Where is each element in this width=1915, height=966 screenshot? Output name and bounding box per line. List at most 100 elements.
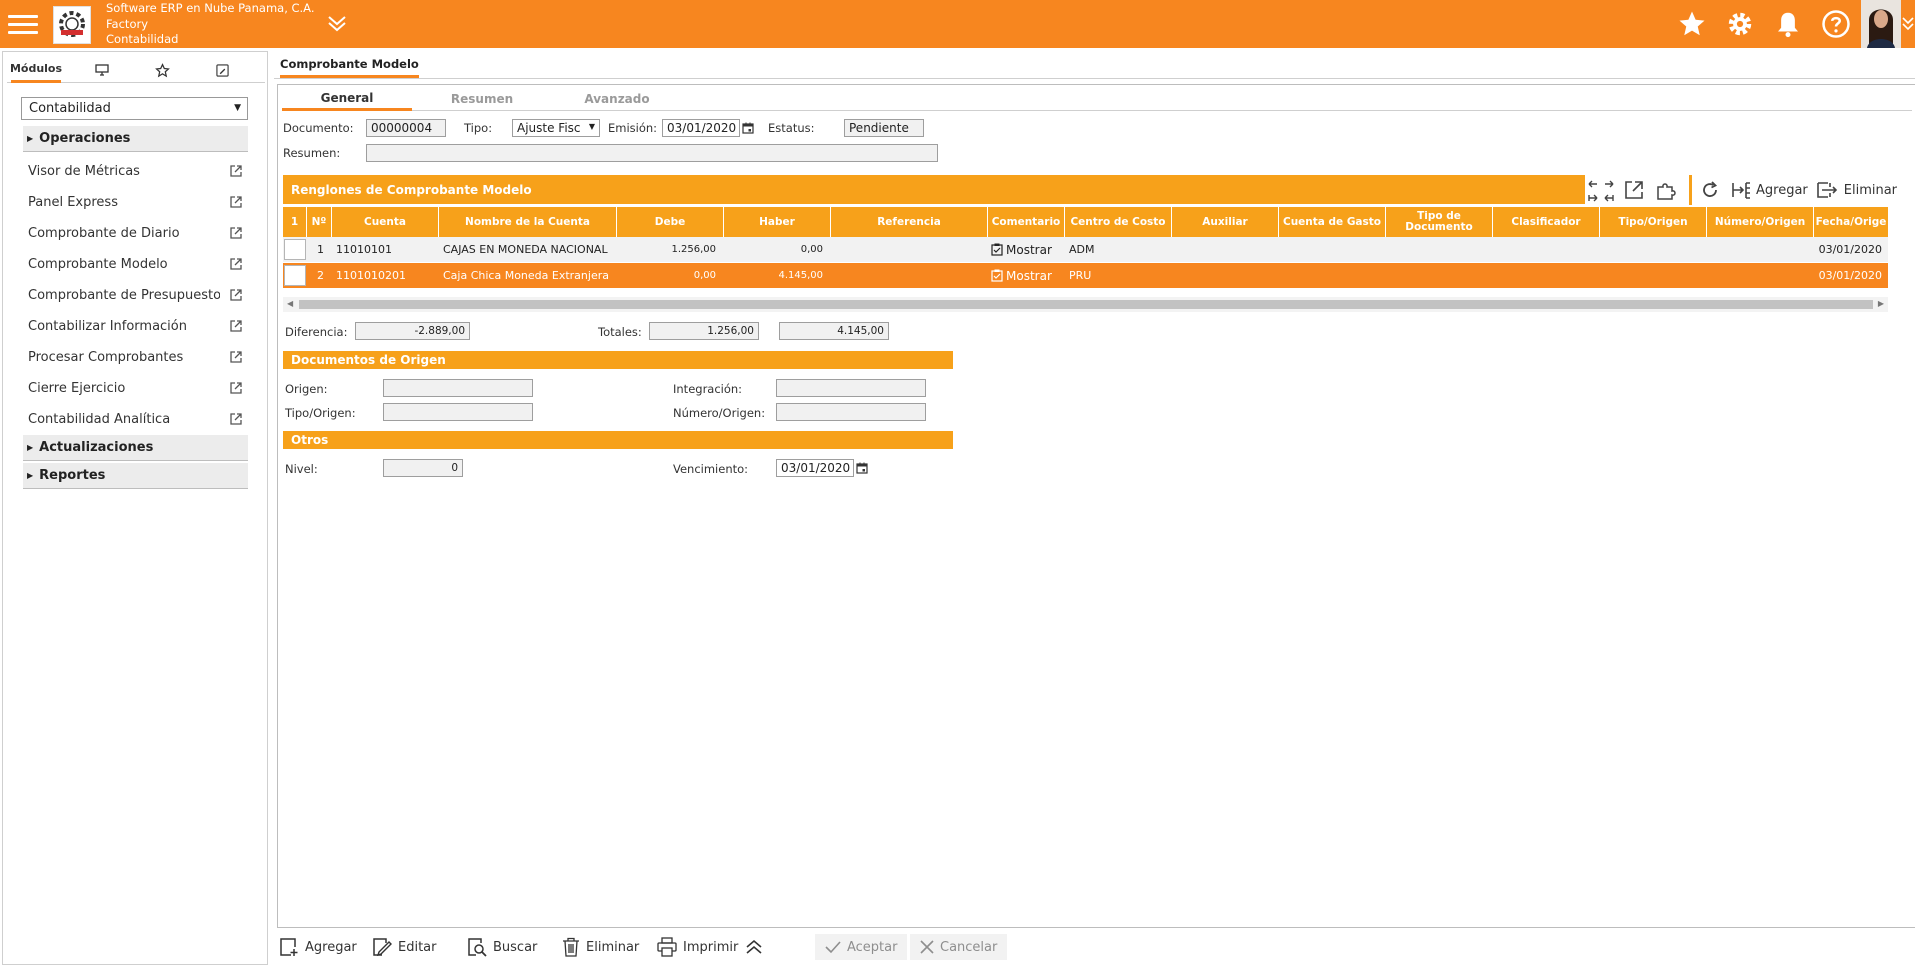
clipboard-icon: [991, 243, 1003, 256]
documento-field[interactable]: 00000004: [366, 119, 446, 137]
total-debe-field: 1.256,00: [649, 322, 759, 340]
buscar-button[interactable]: Buscar: [467, 934, 537, 960]
monitor-icon[interactable]: [87, 57, 117, 83]
col-clasificador[interactable]: Clasificador: [1493, 207, 1600, 237]
branch-name: Factory: [106, 16, 149, 31]
tab-general[interactable]: General: [282, 87, 412, 111]
numero-origen-field[interactable]: [776, 403, 926, 421]
origen-field[interactable]: [383, 379, 533, 397]
cell-fecha-origen: 03/01/2020: [1818, 243, 1882, 256]
buscar-label: Buscar: [493, 939, 538, 955]
table-row[interactable]: 2 1101010201 Caja Chica Moneda Extranjer…: [283, 263, 1888, 288]
col-select[interactable]: 1: [283, 207, 307, 237]
table-row[interactable]: 1 11010101 CAJAS EN MONEDA NACIONAL 1.25…: [283, 237, 1888, 262]
scroll-right-icon[interactable]: ▶: [1878, 299, 1884, 308]
calendar-icon[interactable]: [742, 122, 754, 134]
tipo-label: Tipo:: [464, 121, 493, 135]
sidebar-item-comprobante-modelo[interactable]: Comprobante Modelo: [28, 252, 250, 276]
numero-origen-label: Número/Origen:: [673, 406, 766, 420]
group-reportes[interactable]: ▶ Reportes: [23, 463, 248, 489]
col-tipo-documento[interactable]: Tipo de Documento: [1386, 207, 1493, 237]
help-icon[interactable]: [1817, 6, 1855, 42]
col-numero[interactable]: Nº: [307, 207, 332, 237]
row-checkbox[interactable]: [284, 239, 306, 260]
calendar-icon[interactable]: [856, 462, 868, 474]
open-external-icon[interactable]: [1623, 179, 1655, 201]
mostrar-button[interactable]: Mostrar: [991, 243, 1052, 257]
printer-icon: [657, 937, 677, 957]
bell-icon[interactable]: [1769, 6, 1807, 42]
expand-columns-icon[interactable]: [1587, 176, 1617, 204]
sidebar-item-contabilizar-informacion[interactable]: Contabilizar Información: [28, 314, 250, 338]
group-actualizaciones[interactable]: ▶ Actualizaciones: [23, 435, 248, 461]
tab-avanzado[interactable]: Avanzado: [552, 87, 682, 111]
tipo-select[interactable]: Ajuste Fisc ▼: [512, 119, 600, 137]
module-select[interactable]: Contabilidad ▼: [21, 97, 248, 120]
tipo-origen-label: Tipo/Origen:: [285, 406, 356, 420]
col-referencia[interactable]: Referencia: [831, 207, 988, 237]
resumen-field[interactable]: [366, 144, 938, 162]
col-centro-costo[interactable]: Centro de Costo: [1065, 207, 1172, 237]
edit-note-icon[interactable]: [207, 57, 237, 83]
page-title[interactable]: Comprobante Modelo: [280, 57, 419, 78]
external-link-icon: [230, 382, 242, 394]
sidebar-item-comprobante-diario[interactable]: Comprobante de Diario: [28, 221, 250, 245]
col-auxiliar[interactable]: Auxiliar: [1172, 207, 1279, 237]
group-operaciones[interactable]: ▶ Operaciones: [23, 126, 248, 152]
sidebar-item-visor-metricas[interactable]: Visor de Métricas: [28, 159, 250, 183]
top-bar: Software ERP en Nube Panama, C.A. Factor…: [0, 0, 1915, 48]
imprimir-button[interactable]: Imprimir: [657, 934, 738, 960]
col-nombre-cuenta[interactable]: Nombre de la Cuenta: [439, 207, 617, 237]
tab-resumen[interactable]: Resumen: [417, 87, 547, 111]
grid-delete-button[interactable]: Eliminar: [1816, 179, 1897, 201]
hamburger-menu-icon[interactable]: [6, 10, 40, 38]
puzzle-plugin-icon[interactable]: [1655, 179, 1685, 201]
editar-button[interactable]: Editar: [372, 934, 437, 960]
aceptar-button[interactable]: Aceptar: [815, 934, 908, 960]
eliminar-button[interactable]: Eliminar: [562, 934, 639, 960]
tipo-origen-field[interactable]: [383, 403, 533, 421]
col-comentario[interactable]: Comentario: [988, 207, 1065, 237]
row-checkbox[interactable]: [284, 265, 306, 286]
avatar[interactable]: [1861, 0, 1901, 48]
refresh-icon[interactable]: [1700, 180, 1728, 200]
mostrar-button[interactable]: Mostrar: [991, 269, 1052, 283]
grid-toolbar: Agregar Eliminar: [1587, 175, 1897, 205]
sidebar-item-comprobante-presupuesto[interactable]: Comprobante de Presupuesto: [28, 283, 250, 307]
col-tipo-origen[interactable]: Tipo/Origen: [1600, 207, 1707, 237]
col-numero-origen[interactable]: Número/Origen: [1707, 207, 1814, 237]
emision-field[interactable]: 03/01/2020: [662, 119, 740, 137]
nivel-field[interactable]: 0: [383, 459, 463, 477]
cell-nombre-cuenta: CAJAS EN MONEDA NACIONAL: [443, 243, 608, 256]
star-icon[interactable]: [1673, 6, 1711, 42]
col-cuenta-gasto[interactable]: Cuenta de Gasto: [1279, 207, 1386, 237]
integracion-field[interactable]: [776, 379, 926, 397]
col-cuenta[interactable]: Cuenta: [332, 207, 439, 237]
grid-add-button[interactable]: Agregar: [1730, 179, 1808, 201]
gear-icon[interactable]: [1721, 6, 1759, 42]
col-debe[interactable]: Debe: [617, 207, 724, 237]
tab-modulos[interactable]: Módulos: [10, 57, 62, 83]
sidebar-item-contabilidad-analitica[interactable]: Contabilidad Analítica: [28, 407, 250, 431]
cell-nombre-cuenta: Caja Chica Moneda Extranjera: [443, 269, 609, 282]
cancelar-button[interactable]: Cancelar: [910, 934, 1008, 960]
scroll-left-icon[interactable]: ◀: [287, 299, 293, 308]
double-chevron-up-icon[interactable]: [744, 934, 764, 960]
favorites-star-icon[interactable]: [147, 57, 177, 83]
chevron-down-icon[interactable]: [1901, 14, 1915, 34]
external-link-icon: [230, 165, 242, 177]
agregar-button[interactable]: Agregar: [279, 934, 357, 960]
tipo-select-value: Ajuste Fisc: [517, 121, 581, 135]
eliminar-label: Eliminar: [586, 939, 640, 955]
horizontal-scrollbar[interactable]: ◀ ▶: [283, 297, 1888, 312]
sidebar-item-procesar-comprobantes[interactable]: Procesar Comprobantes: [28, 345, 250, 369]
close-icon: [920, 940, 934, 954]
vencimiento-field[interactable]: 03/01/2020: [776, 459, 854, 477]
col-fecha-origen[interactable]: Fecha/Orige: [1814, 207, 1888, 237]
col-haber[interactable]: Haber: [724, 207, 831, 237]
sidebar-item-panel-express[interactable]: Panel Express: [28, 190, 250, 214]
scrollbar-thumb[interactable]: [299, 300, 1873, 309]
double-chevron-down-icon[interactable]: [326, 12, 352, 36]
sidebar-item-label: Visor de Métricas: [28, 163, 140, 179]
sidebar-item-cierre-ejercicio[interactable]: Cierre Ejercicio: [28, 376, 250, 400]
